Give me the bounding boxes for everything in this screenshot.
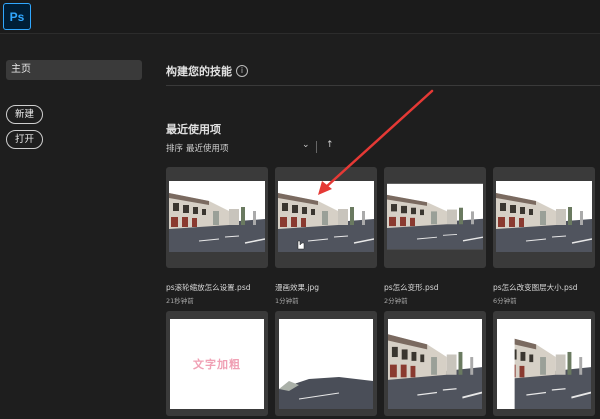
open-button[interactable]: 打开 [6,130,44,149]
info-icon[interactable]: i [236,65,248,77]
file-name[interactable]: ps滚轮缩放怎么设置.psd [166,282,276,293]
sort-direction-arrow-icon[interactable]: ↑ [326,140,334,150]
file-time: 1分钟前 [275,297,299,305]
sort-separator [316,141,317,153]
recent-file-card[interactable] [384,167,486,268]
thumbnail-text: 文字加粗 [193,358,241,371]
file-thumbnail [279,319,373,409]
file-thumbnail [497,319,591,409]
file-thumbnail [169,181,265,252]
sidebar: 主页 新建 打开 [0,35,150,419]
file-thumbnail [496,181,592,252]
file-thumbnail [388,319,482,409]
file-caption: ps怎么改变图层大小.psd 6分钟前 [493,282,600,305]
file-time: 21秒钟前 [166,297,194,305]
recent-file-card[interactable]: 文字加粗 [166,311,268,416]
file-time: 2分钟前 [384,297,408,305]
divider [166,85,600,86]
recent-file-card[interactable] [275,311,377,416]
recent-file-card[interactable] [166,167,268,268]
file-name[interactable]: 漫画效果.jpg [275,282,385,293]
file-caption: ps怎么变形.psd 2分钟前 [384,282,494,305]
skills-section-title: 构建您的技能 [166,65,232,78]
sort-dropdown[interactable]: 最近使用项 [186,142,229,154]
photoshop-logo-icon: Ps [3,3,31,30]
sort-control: 排序 最近使用项 ⌄ ↑ [166,140,366,155]
recent-file-card[interactable] [275,167,377,268]
file-caption: ps滚轮缩放怎么设置.psd 21秒钟前 [166,282,276,305]
recent-file-card[interactable] [384,311,486,416]
sort-label: 排序 [166,144,184,154]
new-button[interactable]: 新建 [6,105,44,124]
file-thumbnail [387,183,483,250]
file-name[interactable]: ps怎么改变图层大小.psd [493,282,600,293]
home-main-panel: 构建您的技能 i 最近使用项 排序 最近使用项 ⌄ ↑ ps滚轮缩放怎么设置.p… [150,35,600,419]
file-caption: 漫画效果.jpg 1分钟前 [275,282,385,305]
recent-section-title: 最近使用项 [166,123,221,136]
recent-file-card[interactable] [493,167,595,268]
recent-file-card[interactable] [493,311,595,416]
file-thumbnail [278,181,374,252]
file-time: 6分钟前 [493,297,517,305]
sidebar-item-home[interactable]: 主页 [6,60,142,80]
chevron-down-icon[interactable]: ⌄ [302,140,310,150]
file-name[interactable]: ps怎么变形.psd [384,282,494,293]
app-titlebar: Ps [0,0,600,34]
file-thumbnail: 文字加粗 [170,319,264,409]
